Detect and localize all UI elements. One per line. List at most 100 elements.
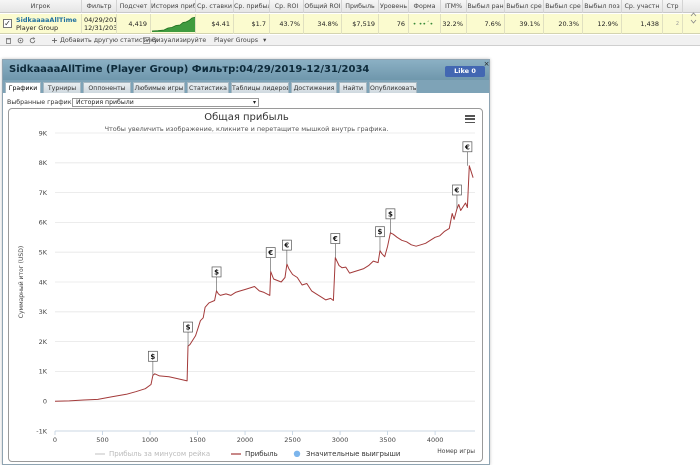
col-header-profit-history[interactable]: История приб [151,0,196,13]
form-cell: • ••´• [409,14,441,34]
mid1-cell: 39.1% [505,14,544,34]
flag-label: € [464,143,470,151]
grid-toolbar: Добавить другую статистику Визуализируйт… [0,35,700,46]
y-tick-label: 3K [39,308,48,316]
mid2-cell: 20.3% [544,14,583,34]
col-header-mid2[interactable]: Выбыл сре [544,0,583,13]
window-tabs: Графики Турниры Оппоненты Любимые игры С… [3,80,489,93]
refresh-icon[interactable] [29,35,38,46]
col-header-filter[interactable]: Фильтр [82,0,117,13]
x-tick-label: 0 [53,436,57,444]
y-axis-title: Суммарный итог (USD) [18,246,25,318]
legend-profit-series[interactable]: Прибыль [245,450,278,458]
flag-label: € [332,235,338,243]
avg-stake-cell: $4.41 [196,14,234,34]
player-window: SidkaaaaAllTime (Player Group) Фильтр:04… [2,59,490,465]
itm-cell: 32.2% [441,14,467,34]
player-groups-label: Player Groups [214,37,259,44]
profit-series-line[interactable] [54,165,474,402]
tab-find[interactable]: Найти [339,82,367,93]
late-cell: 12.9% [583,14,622,34]
player-cell[interactable]: SidkaaaaAllTime Player Group [14,14,82,34]
player-groups-dropdown[interactable]: Player Groups ▾ [214,35,266,46]
col-header-form[interactable]: Форма [409,0,441,13]
avg-roi-cell: 43.7% [270,14,304,34]
grid-scroll-arrows-icon[interactable] [690,8,697,28]
close-icon[interactable]: × [483,61,490,68]
total-roi-cell: 34.8% [304,14,342,34]
avg-entrants-cell: 1,438 [622,14,663,34]
col-header-early[interactable]: Выбыл ран [467,0,505,13]
visualize-label: Визуализируйте [152,37,207,44]
flag-label: € [454,186,460,194]
y-tick-label: 9K [39,129,48,137]
x-tick-label: 1500 [189,436,206,444]
chart-plot-area[interactable]: -1K 0 1K 2K 3K 4K 5K 6K 7K 8K 9K 0 500 1000 1500 2000 25… [9,109,484,463]
flag-label: € [283,242,289,250]
flag-label: $ [214,268,219,276]
tab-leaderboards[interactable]: Таблицы лидеров [231,82,289,93]
chevron-down-icon: ▾ [252,99,256,106]
col-header-itm[interactable]: ITM% [441,0,467,13]
y-tick-label: 2K [39,338,48,346]
y-tick-label: 6K [39,219,48,227]
legend-rake-series[interactable]: Прибыль за минусом рейка [109,450,210,458]
col-header-avg-entrants[interactable]: Ср. участн [622,0,663,13]
y-tick-label: 4K [39,278,48,286]
filter-cell: 04/29/201 12/31/203 [82,14,117,34]
early-cell: 7.6% [467,14,505,34]
level-cell: 76 [379,14,409,34]
tab-opponents[interactable]: Оппоненты [83,82,131,93]
col-header-profit[interactable]: Прибыль [342,0,379,13]
tab-charts[interactable]: Графики [5,82,41,93]
col-header-mid1[interactable]: Выбыл сре [505,0,544,13]
x-tick-label: 2500 [284,436,301,444]
window-titlebar[interactable]: SidkaaaaAllTime (Player Group) Фильтр:04… [3,60,489,80]
player-group: Player Group [16,24,59,32]
col-header-avg-stake[interactable]: Ср. ставки [196,0,234,13]
tab-tournaments[interactable]: Турниры [43,82,81,93]
x-axis-title: Номер игры [437,448,475,455]
filter-to: 12/31/203 [84,24,117,32]
x-tick-label: 500 [96,436,108,444]
col-header-extra[interactable]: Стр [663,0,683,13]
tab-favorite-games[interactable]: Любимые игры [133,82,185,93]
legend-wins-series[interactable]: Значительные выигрыши [306,450,400,458]
profit-sparkline[interactable] [152,16,196,32]
profit-chart[interactable]: Общая прибыль Чтобы увеличить изображени… [8,108,483,462]
col-header-player[interactable]: Игрок [0,0,82,13]
grid-header: Игрок Фильтр Подсчет История приб Ср. ст… [0,0,700,13]
col-header-level[interactable]: Уровень [379,0,409,13]
tab-statistics[interactable]: Статистика [187,82,229,93]
chart-select[interactable]: История прибыли ▾ [72,98,259,107]
row-checkbox[interactable]: ✓ [3,19,12,28]
col-header-avg-profit[interactable]: Ср. прибыль [234,0,270,13]
y-tick-label: 5K [39,249,48,257]
x-tick-label: 2000 [237,436,254,444]
delete-icon[interactable] [5,35,14,46]
player-name[interactable]: SidkaaaaAllTime [16,16,78,24]
flag-label: $ [150,353,155,361]
add-stat-button[interactable]: Добавить другую статистику [51,35,158,46]
tab-publish[interactable]: Опубликовать [369,82,417,93]
visualize-button[interactable]: Визуализируйте [143,35,206,46]
tab-achievements[interactable]: Достижения [291,82,337,93]
flag-label: $ [378,228,383,236]
x-tick-label: 1000 [142,436,159,444]
col-header-total-roi[interactable]: Общий ROI [304,0,342,13]
chevron-down-icon: ▾ [263,37,267,44]
chart-select-label: Выбранные графики: [7,99,78,106]
col-header-late[interactable]: Выбыл поз [583,0,622,13]
profit-cell: $7,519 [342,14,379,34]
profit-history-cell[interactable] [151,14,196,34]
window-title: SidkaaaaAllTime (Player Group) Фильтр:04… [9,64,370,75]
col-header-avg-roi[interactable]: Ср. ROI [270,0,304,13]
settings-icon[interactable] [17,35,26,46]
filter-from: 04/29/201 [84,16,117,24]
facebook-like-button[interactable]: Like 0 [445,66,485,77]
col-header-count[interactable]: Подсчет [117,0,151,13]
flag-label: $ [186,324,191,332]
table-row[interactable]: ✓ SidkaaaaAllTime Player Group 04/29/201… [0,14,700,34]
legend-wins-series-symbol[interactable] [293,450,301,457]
avg-profit-cell: $1.7 [234,14,270,34]
